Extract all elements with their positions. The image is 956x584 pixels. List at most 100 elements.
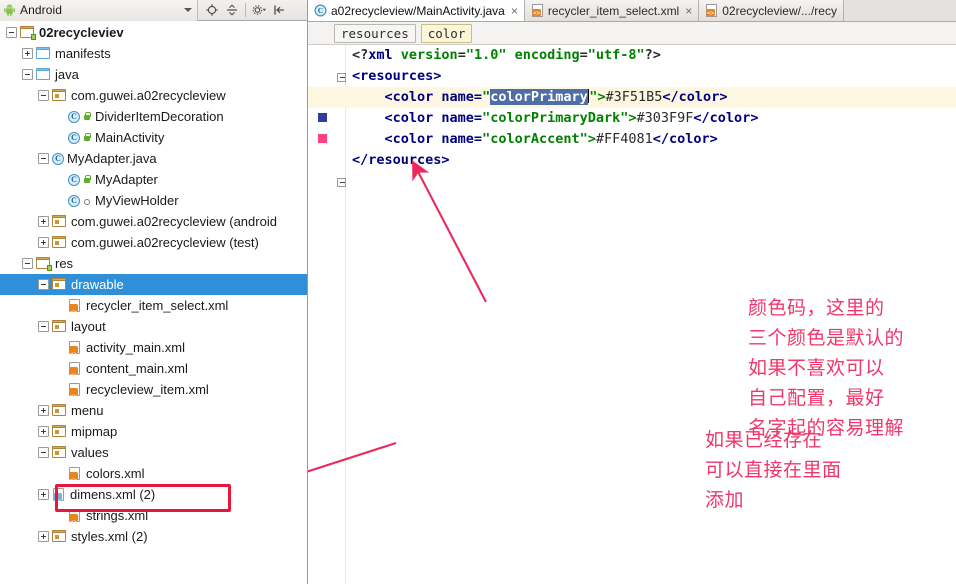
tree-row[interactable]: com.guwei.a02recycleview (android [0,211,307,232]
tree-row[interactable]: C DividerItemDecoration [0,106,307,127]
tree-row[interactable]: recycler_item_select.xml [0,295,307,323]
editor-tab-bar[interactable]: Ca02recycleview/MainActivity.java × <> recy… [308,0,956,22]
xml-attr-version: version [392,47,458,63]
resources-open-tag: <resources> [352,68,442,84]
tree-row[interactable]: strings.xml [0,505,307,533]
resources-close-tag: </resources> [352,152,450,168]
tree-row[interactable]: C MyAdapter [0,169,307,190]
gutter-divider [345,45,346,584]
xml-decl-close: ?> [644,47,661,63]
svg-text:C: C [318,6,323,15]
editor-gutter[interactable] [308,45,346,584]
tree-row-label: com.guwei.a02recycleview (android [71,214,277,229]
tree-row-label: res [55,256,74,271]
tree-toggle-empty [54,195,65,206]
editor-tab[interactable]: <> recycler_item_select.xml × [524,0,700,21]
tree-row[interactable]: mipmap [0,421,307,442]
tree-row[interactable]: dimens.xml (2) [0,484,307,512]
android-studio-window: Android 02recycleviev manifests java com… [0,0,956,584]
tree-row[interactable]: C MainActivity [0,127,307,148]
tree-row-label: java [55,67,79,82]
svg-text:<>: <> [533,10,541,17]
tree-row[interactable]: layout [0,316,307,337]
toolbar-separator [245,3,246,17]
tree-row[interactable]: colors.xml [0,463,307,491]
tree-collapse-icon[interactable] [38,279,49,290]
fold-region-resources-close[interactable] [337,178,346,187]
tree-row[interactable]: C MyViewHolder [0,190,307,211]
folder-blue-icon [36,67,51,82]
xml-file-icon [68,361,82,386]
tree-collapse-icon[interactable] [38,90,49,101]
tree-row[interactable]: C MyAdapter.java [0,148,307,169]
tree-collapse-icon[interactable] [22,69,33,80]
project-tree[interactable]: 02recycleviev manifests java com.guwei.a02r… [0,22,307,584]
close-icon[interactable]: × [511,4,518,18]
breadcrumb-crumb[interactable]: color [420,23,473,43]
java-class-icon: C [68,173,80,186]
code-line: <resources> [352,66,956,87]
folder-res-icon [52,424,67,439]
java-class-icon: C [68,110,80,123]
tree-row[interactable]: menu [0,400,307,421]
tree-row[interactable]: java [0,64,307,85]
editor-tab-label: a02recycleview/MainActivity.java [331,3,505,18]
tree-expand-icon[interactable] [38,237,49,248]
folder-res-icon [52,529,67,544]
tree-row[interactable]: values [0,442,307,463]
collapse-all-icon[interactable] [222,1,242,20]
fold-region-resources-open[interactable] [337,73,346,82]
tree-row-label: content_main.xml [86,361,188,376]
hide-panel-icon[interactable] [269,1,289,20]
tree-expand-icon[interactable] [38,405,49,416]
editor-tab[interactable]: Ca02recycleview/MainActivity.java × [308,0,525,21]
tree-row[interactable]: res [0,253,307,274]
breadcrumb-crumb[interactable]: resources [334,23,416,43]
tree-row[interactable]: com.guwei.a02recycleview [0,85,307,106]
code-line-color: <color name="colorAccent">#FF4081</color… [352,129,956,150]
tree-expand-icon[interactable] [38,489,49,500]
folder-package-icon [52,235,67,250]
close-icon[interactable]: × [685,4,692,18]
editor-tab-label: 02recycleview/.../recy [722,3,837,18]
tree-collapse-icon[interactable] [38,153,49,164]
xml-file-icon [68,340,82,365]
quote: " [482,110,491,126]
tree-row[interactable]: 02recycleviev [0,22,307,43]
tree-row[interactable]: recycleview_item.xml [0,379,307,407]
xml-file-icon [68,466,82,491]
tree-toggle-empty [54,111,65,122]
tree-expand-icon[interactable] [38,426,49,437]
tree-row[interactable]: com.guwei.a02recycleview (test) [0,232,307,253]
tree-collapse-icon[interactable] [6,27,17,38]
tree-row-label: activity_main.xml [86,340,185,355]
tree-collapse-icon[interactable] [22,258,33,269]
breadcrumb: resources color [308,22,956,45]
tree-row[interactable]: drawable [0,274,307,295]
public-lock-badge-icon [83,133,91,142]
java-class-icon: C [68,131,80,144]
color-value: #FF4081 [595,131,653,147]
folder-module-icon [20,25,36,40]
color-name: colorAccent [490,131,580,147]
editor-tab[interactable]: <> 02recycleview/.../recy [699,0,844,21]
folder-blue-icon [36,46,51,61]
project-view-selector[interactable]: Android [0,0,198,21]
color-tag-close: </color> [662,89,728,105]
tree-expand-icon[interactable] [38,216,49,227]
xml-decl-open: <? [352,47,369,63]
locate-target-icon[interactable] [202,1,222,20]
tree-collapse-icon[interactable] [38,447,49,458]
tree-expand-icon[interactable] [22,48,33,59]
xml-file-icon: <> [705,4,718,17]
settings-gear-icon[interactable] [249,1,269,20]
chevron-down-icon[interactable] [184,8,192,12]
color-tag-close: </color> [693,110,759,126]
tree-expand-icon[interactable] [38,531,49,542]
tree-collapse-icon[interactable] [38,321,49,332]
tree-row[interactable]: manifests [0,43,307,64]
tree-row[interactable]: content_main.xml [0,358,307,386]
tree-row[interactable]: styles.xml (2) [0,526,307,547]
editor-tab-label: recycler_item_select.xml [547,3,680,18]
tree-row[interactable]: activity_main.xml [0,337,307,365]
